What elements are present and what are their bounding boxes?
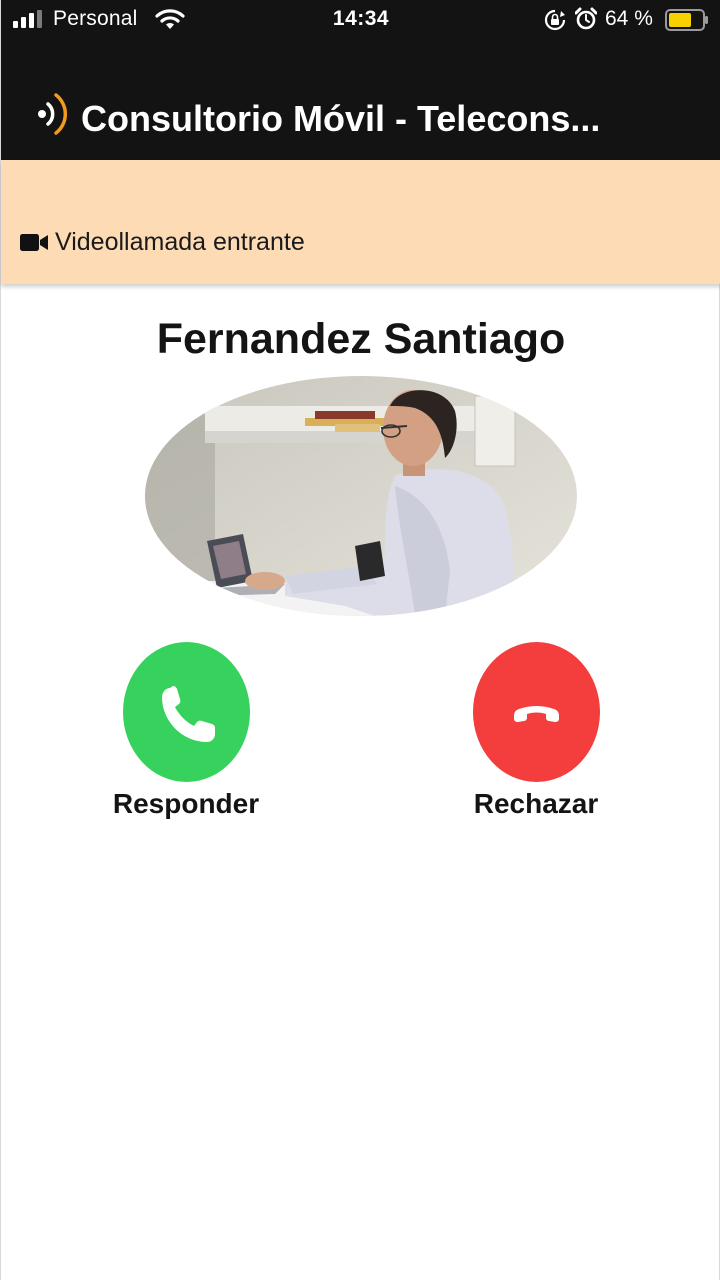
status-bar: Personal 14:34 64 %	[1, 0, 720, 40]
battery-icon	[665, 9, 708, 31]
app-title: Consultorio Móvil - Telecons...	[81, 98, 601, 139]
reject-label: Rechazar	[473, 788, 599, 819]
phone-icon	[162, 686, 215, 742]
caller-photo	[145, 376, 577, 616]
app-bar: Consultorio Móvil - Telecons...	[1, 80, 720, 160]
reject-button[interactable]	[473, 642, 600, 782]
battery-percent: 64 %	[605, 7, 653, 30]
hang-up-icon	[514, 706, 559, 722]
incoming-call-banner: Videollamada entrante	[1, 160, 720, 284]
rotation-lock-icon	[544, 9, 566, 31]
caller-name: Fernandez Santiago	[156, 315, 566, 363]
answer-button[interactable]	[123, 642, 250, 782]
incoming-video-call-screen: Personal 14:34 64 % Consultorio Móvil - …	[0, 0, 720, 1280]
answer-label: Responder	[112, 788, 260, 819]
banner-text: Videollamada entrante	[55, 228, 305, 256]
video-camera-icon	[20, 234, 48, 251]
broadcast-logo-icon	[38, 93, 68, 135]
alarm-icon	[575, 7, 597, 30]
top-bar: Personal 14:34 64 % Consultorio Móvil - …	[1, 0, 720, 160]
